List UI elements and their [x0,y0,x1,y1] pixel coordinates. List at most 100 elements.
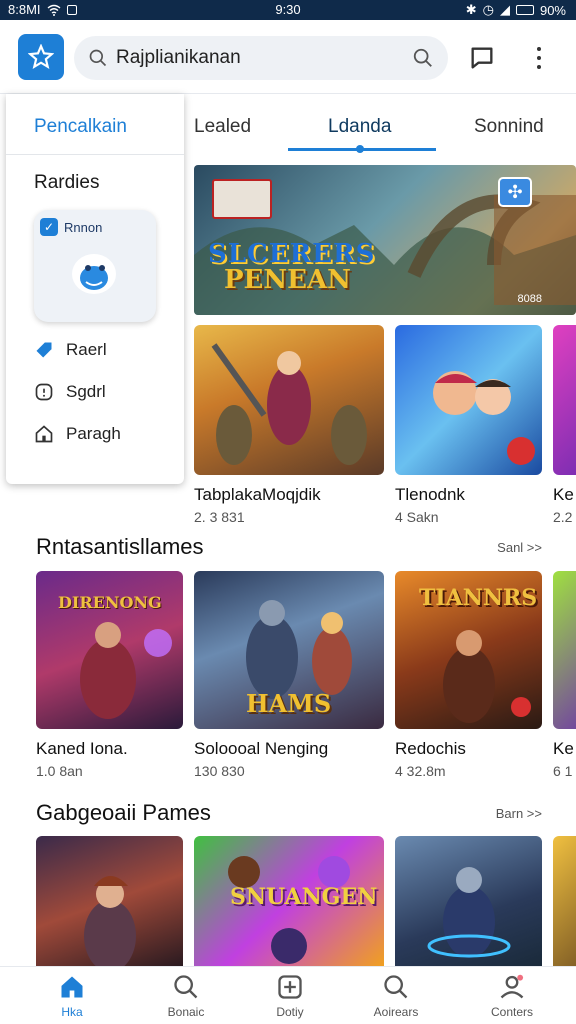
profile-icon [500,974,524,999]
cartoon-heroes-art [433,371,535,465]
app-logo-button[interactable] [18,34,64,80]
game-title: Ke [553,739,574,758]
puzzle-icon[interactable]: ✣ [498,177,532,207]
drawer-featured-card[interactable]: ✓ Rnnon [34,210,156,322]
game-thumbnail [36,836,183,966]
game-meta: 4 Sakn [395,509,439,525]
tab-sonnind[interactable]: Sonnind [474,116,544,138]
game-art-title: SNUANGEN [230,884,378,910]
game-card[interactable]: HAMS Soloooal Nenging 130 830 [194,571,384,779]
drawer-title[interactable]: Pencalkain [34,116,127,138]
app-bar [0,20,576,94]
hero-count: 8088 [517,293,542,305]
nav-label: Aoirears [373,1005,419,1019]
hero-banner[interactable]: SLCERERS PENEAN ✣ 8088 [194,165,576,315]
drawer-item-label: Paragh [66,424,121,443]
game-meta: 1.0 8an [36,763,83,779]
game-card[interactable] [36,836,183,966]
nav-search[interactable]: Aoirears [356,973,436,1019]
search-submit-icon[interactable] [412,47,434,69]
mascot-icon [72,254,116,294]
warrior-art [211,343,367,465]
status-bar: 8:8MI 9:30 ✱ ◷ ◢ 90% [0,0,576,20]
chat-icon[interactable] [468,44,496,72]
game-card[interactable]: Ke 2.2 [553,325,576,525]
game-art-title: HAMS [246,689,332,718]
check-icon: ✓ [40,218,58,236]
see-all-link[interactable]: Sanl >> [497,540,542,555]
game-meta: 2.2 [553,509,573,525]
drawer-item-label: Sgdrl [66,382,106,401]
game-meta: 2. 3 831 [194,509,245,525]
info-icon [35,383,53,401]
drawer-item-paragh[interactable]: Paragh [34,424,121,444]
drawer-divider [6,154,184,155]
game-title: Soloooal Nenging [194,739,329,758]
game-title: Redochis [395,739,466,758]
game-title: Kaned Iona. [36,739,128,758]
drawer-card-label: Rnnon [64,220,103,235]
game-card[interactable]: Ke 6 1 [553,571,576,779]
tab-lealed[interactable]: Lealed [194,116,251,138]
game-thumbnail [395,836,542,966]
game-card[interactable] [553,836,576,966]
drawer-item-raerl[interactable]: Raerl [34,340,107,360]
treasure-chest-icon [212,179,272,219]
game-title: TabplakaMoqjdik [194,485,321,504]
alarm-icon: ◷ [482,2,494,17]
game-art-title: DIRENONG [58,593,162,612]
game-card[interactable]: TIANNRS Redochis 4 32.8m [395,571,542,779]
game-meta: 130 830 [194,763,245,779]
bluetooth-icon: ✱ [465,2,477,17]
more-options-icon[interactable] [528,44,550,72]
armored-hero-art [427,867,511,958]
game-card[interactable] [395,836,542,966]
bottom-navigation: Hka Bonaic Dotiy Aoirears Conters [0,966,576,1024]
tab-ldanda[interactable]: Ldanda [328,116,391,138]
game-title: Ke [553,485,574,504]
search-icon [89,49,107,67]
home-icon [35,425,53,443]
game-card[interactable]: DIRENONG Kaned Iona. 1.0 8an [36,571,183,779]
section-title: Rntasantisllames [36,534,204,559]
hero-title-line2: PENEAN [224,265,351,295]
section-title: Gabgeoaii Pames [36,800,211,825]
nav-profile[interactable]: Conters [472,973,552,1019]
game-card[interactable]: TabplakaMoqjdik 2. 3 831 [194,325,384,525]
nav-label: Hka [61,1005,83,1019]
home-icon [61,976,83,998]
game-meta: 6 1 [553,763,573,779]
nav-label: Conters [490,1005,534,1019]
warrior-woman-art [84,876,136,966]
plus-box-icon [278,975,302,999]
drawer-section-title: Rardies [34,172,100,193]
game-card[interactable]: Tlenodnk 4 Sakn [395,325,542,525]
game-title: Tlenodnk [395,485,465,504]
game-thumbnail: TIANNRS [395,571,542,729]
game-thumbnail: HAMS [194,571,384,729]
search-input[interactable] [116,47,412,69]
game-meta: 4 32.8m [395,763,446,779]
tab-bar: Lealed Ldanda Sonnind [186,100,576,152]
game-thumbnail: SNUANGEN [194,836,384,966]
search-icon [384,975,408,999]
nav-home[interactable]: Hka [32,973,112,1019]
star-icon [28,44,54,70]
side-drawer: Pencalkain Rardies ✓ Rnnon Raerl Sgdrl P… [6,94,184,484]
game-art-title: TIANNRS [419,585,538,611]
game-thumbnail [553,836,576,966]
game-thumbnail [395,325,542,475]
search-bar[interactable] [74,36,448,80]
game-thumbnail [553,325,576,475]
nav-add[interactable]: Dotiy [250,973,330,1019]
drawer-item-sgdrl[interactable]: Sgdrl [34,382,106,402]
nav-browse[interactable]: Bonaic [146,973,226,1019]
game-card[interactable]: SNUANGEN [194,836,384,966]
tag-icon [36,342,52,358]
see-all-link[interactable]: Barn >> [496,806,542,821]
game-thumbnail [553,571,576,729]
game-thumbnail: DIRENONG [36,571,183,729]
battery-icon [515,5,534,15]
signal-icon: ◢ [499,2,510,17]
battery-percent: 90% [539,2,566,18]
